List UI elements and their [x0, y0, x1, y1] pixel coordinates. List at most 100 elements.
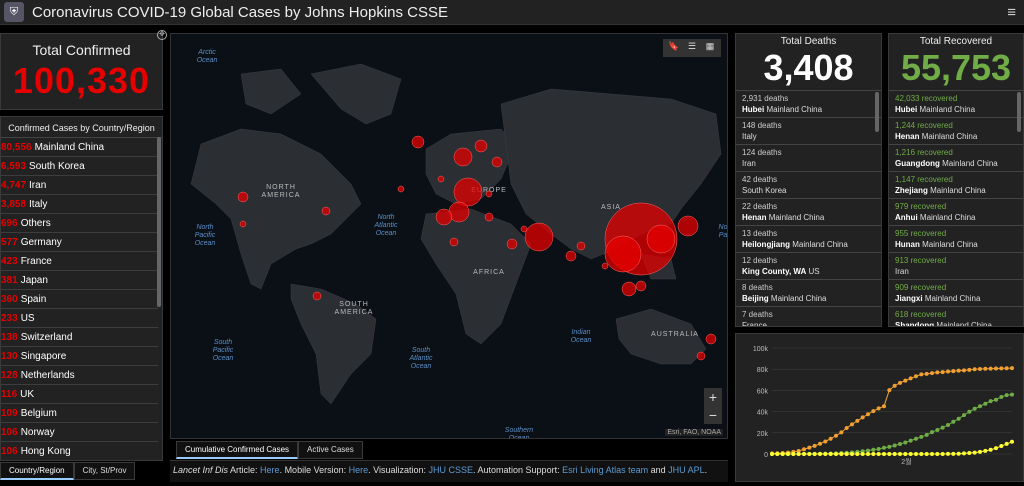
country-name: Germany [20, 236, 62, 248]
recovered-list-item[interactable]: 1,147 recovered Zhejiang Mainland China [889, 172, 1023, 199]
recovered-count: 909 recovered [895, 283, 947, 292]
country-row[interactable]: 360 Spain [1, 290, 158, 309]
deaths-list-item[interactable]: 13 deaths Heilongjiang Mainland China [736, 226, 881, 253]
footer-text: and [648, 465, 669, 475]
recovered-list-item[interactable]: 909 recovered Jiangxi Mainland China [889, 280, 1023, 307]
deaths-region: Mainland China [770, 294, 827, 303]
data-point [908, 438, 913, 443]
y-tick-label: 80k [757, 367, 769, 374]
country-list-scrollbar[interactable] [157, 137, 161, 307]
data-point [1010, 439, 1014, 444]
data-point [876, 406, 881, 411]
bookmark-icon[interactable]: 🔖 [665, 41, 683, 55]
deaths-region: Mainland China [766, 105, 823, 114]
deaths-scrollbar[interactable] [875, 92, 879, 132]
recovered-list-item[interactable]: 1,216 recovered Guangdong Mainland China [889, 145, 1023, 172]
tab-country-region[interactable]: Country/Region [0, 462, 74, 480]
country-count: 696 [1, 217, 18, 229]
footer-text: . Visualization: [368, 465, 429, 475]
footer-link-article[interactable]: Here [260, 465, 280, 475]
deaths-list-item[interactable]: 7 deaths France [736, 307, 881, 327]
country-row[interactable]: 106 Norway [1, 423, 158, 442]
data-point [807, 452, 812, 456]
recovered-province: Anhui [895, 213, 918, 222]
tab-city-st-prov[interactable]: City, St/Prov [73, 462, 136, 480]
country-row[interactable]: 80,556 Mainland China [1, 138, 158, 157]
recovered-province: Henan [895, 132, 920, 141]
country-row[interactable]: 4,747 Iran [1, 176, 158, 195]
list-icon[interactable]: ☰ [683, 41, 701, 55]
data-point [962, 368, 966, 373]
map-label-indian: Indian Ocean [571, 329, 592, 344]
tab-active-cases[interactable]: Active Cases [298, 441, 363, 459]
tab-cumulative-confirmed[interactable]: Cumulative Confirmed Cases [176, 441, 299, 459]
hamburger-menu-icon[interactable]: ≡ [1007, 4, 1016, 21]
recovered-province: Hubei [895, 105, 918, 114]
country-row[interactable]: 3,858 Italy [1, 195, 158, 214]
deaths-list-item[interactable]: 148 deaths Italy [736, 118, 881, 145]
data-point [930, 371, 934, 376]
deaths-list-item[interactable]: 12 deaths King County, WA US [736, 253, 881, 280]
deaths-region: France [742, 321, 767, 327]
data-point [887, 452, 892, 456]
country-row[interactable]: 577 Germany [1, 233, 158, 252]
map-label-sa: SOUTH AMERICA [335, 301, 374, 316]
data-point [978, 449, 982, 454]
recovered-list-item[interactable]: 1,244 recovered Henan Mainland China [889, 118, 1023, 145]
recovered-list-item[interactable]: 618 recovered Shandong Mainland China [889, 307, 1023, 327]
footer-link-jhu-csse[interactable]: JHU CSSE [429, 465, 474, 475]
recovered-list-item[interactable]: 913 recovered Iran [889, 253, 1023, 280]
zoom-out-button[interactable]: − [704, 406, 722, 424]
zoom-in-button[interactable]: + [704, 388, 722, 406]
country-count: 128 [1, 369, 18, 381]
data-point [828, 436, 833, 441]
y-tick-label: 60k [757, 388, 769, 395]
data-point [834, 452, 838, 456]
data-point [930, 430, 934, 435]
data-point [972, 367, 977, 372]
recovered-list-item[interactable]: 979 recovered Anhui Mainland China [889, 199, 1023, 226]
data-point [844, 452, 849, 456]
data-point [951, 451, 956, 456]
deaths-list-item[interactable]: 42 deaths South Korea [736, 172, 881, 199]
country-row[interactable]: 381 Japan [1, 271, 158, 290]
data-point [807, 445, 812, 450]
deaths-list-item[interactable]: 8 deaths Beijing Mainland China [736, 280, 881, 307]
country-row[interactable]: 109 Belgium [1, 404, 158, 423]
recovered-list-item[interactable]: 955 recovered Hunan Mainland China [889, 226, 1023, 253]
country-list-panel: Confirmed Cases by Country/Region 80,556… [0, 116, 163, 461]
world-map[interactable]: Arctic Ocean North Pacific Ocean North Atlan… [170, 33, 728, 439]
country-row[interactable]: 696 Others [1, 214, 158, 233]
country-row[interactable]: 130 Singapore [1, 347, 158, 366]
footer-link-esri[interactable]: Esri Living Atlas team [562, 465, 648, 475]
deaths-region: Mainland China [768, 213, 825, 222]
country-row[interactable]: 6,593 South Korea [1, 157, 158, 176]
data-point [876, 447, 881, 452]
deaths-list-item[interactable]: 22 deaths Henan Mainland China [736, 199, 881, 226]
country-row[interactable]: 138 Switzerland [1, 328, 158, 347]
country-count: 381 [1, 274, 18, 286]
country-row[interactable]: 423 France [1, 252, 158, 271]
data-point [940, 451, 945, 456]
deaths-list-item[interactable]: 2,931 deaths Hubei Mainland China [736, 91, 881, 118]
data-point [887, 388, 892, 393]
data-point [919, 434, 924, 439]
footer-link-mobile[interactable]: Here [349, 465, 369, 475]
country-count: 4,747 [1, 179, 27, 191]
deaths-list-item[interactable]: 124 deaths Iran [736, 145, 881, 172]
expand-icon[interactable]: ✥ [157, 30, 167, 40]
data-point [983, 401, 988, 406]
footer-link-jhu-apl[interactable]: JHU APL [668, 465, 705, 475]
country-row[interactable]: 106 Hong Kong [1, 442, 158, 460]
country-row[interactable]: 128 Netherlands [1, 366, 158, 385]
qr-icon[interactable]: ▦ [701, 41, 719, 55]
country-row[interactable]: 116 UK [1, 385, 158, 404]
recovered-region: Mainland China [936, 321, 992, 327]
data-point [860, 452, 865, 456]
data-point [988, 399, 993, 404]
country-row[interactable]: 233 US [1, 309, 158, 328]
map-label-np: No Pa [719, 224, 728, 239]
data-point [956, 368, 961, 373]
recovered-scrollbar[interactable] [1017, 92, 1021, 132]
recovered-list-item[interactable]: 42,033 recovered Hubei Mainland China [889, 91, 1023, 118]
